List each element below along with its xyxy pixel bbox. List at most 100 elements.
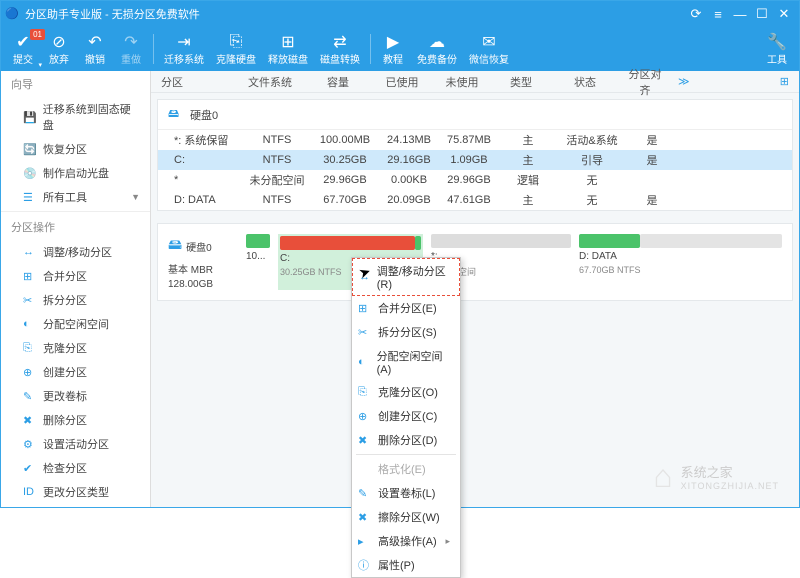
sidebar-icon: ⊕ [23,366,37,379]
sidebar-icon: 💿 [23,167,37,180]
sidebar-op-item[interactable]: ✖删除分区 [1,408,150,432]
ctx-icon: ✂ [358,326,374,339]
watermark: ⌂ 系统之家 XITONGZHIJIA.NET [653,458,779,495]
ctx-item[interactable]: ⓘ 属性(P) [352,553,460,577]
ctx-item[interactable]: ⊕ 创建分区(C) [352,404,460,428]
ctx-item[interactable]: 格式化(E) [352,457,460,481]
refresh-icon[interactable]: ⟳ [685,3,707,25]
titlebar: 🔵 分区助手专业版 - 无损分区免费软件 ⟳ ≡ — ☐ ✕ [1,1,799,27]
sidebar-icon: 💾 [23,111,37,124]
release-icon: ⊞ [281,33,294,51]
ctx-item[interactable]: ↔ 调整/移动分区(R) [352,258,460,296]
sidebar-icon: ◐ [23,318,37,330]
sidebar-op-item[interactable]: #更改序列号 [1,504,150,507]
app-logo-icon: 🔵 [5,7,19,21]
ssd-icon: ⇥ [177,33,190,51]
disk-title[interactable]: 🖴 硬盘0 [158,100,792,130]
disk-info-box[interactable]: 🖴 硬盘0 基本 MBR 128.00GB [168,234,238,290]
sidebar-icon: ✖ [23,414,37,427]
separator [153,34,154,64]
sidebar-op-item[interactable]: ⊞合并分区 [1,264,150,288]
ctx-icon: ⎘ [358,386,374,399]
ctx-item[interactable]: ▸ 高级操作(A) ▸ [352,529,460,553]
toolbar: ✔ 提交 01 ▾ ⊘放弃 ↶撤销 ↷重做 ⇥迁移系统 ⎘克隆硬盘 ⊞释放磁盘 … [1,27,799,71]
cloud-icon: ☁ [429,33,445,51]
partition-reserved[interactable]: 10... [246,234,270,290]
close-icon[interactable]: ✕ [773,3,795,25]
sidebar-wizard-item[interactable]: 💿制作启动光盘 [1,161,150,185]
wechat-icon: ✉ [482,33,495,51]
column-headers: 分区 文件系统 容量 已使用 未使用 类型 状态 分区对齐 ≫ ⊞ [151,71,799,93]
more-cols-icon[interactable]: ≫ [670,75,694,88]
ctx-icon: ▸ [358,535,374,548]
table-row[interactable]: * 未分配空间 29.96GB 0.00KB 29.96GB 逻辑 无 [158,170,792,190]
view-icon[interactable]: ⊞ [776,75,799,88]
sidebar-icon: ☰ [23,191,37,204]
sidebar-op-item[interactable]: ID更改分区类型 [1,480,150,504]
sidebar-op-item[interactable]: ↔调整/移动分区 [1,240,150,264]
sidebar-wizard-item[interactable]: 💾迁移系统到固态硬盘 [1,97,150,137]
ctx-item[interactable]: ✎ 设置卷标(L) [352,481,460,505]
ctx-icon: ✖ [358,511,374,524]
sidebar-icon: ID [23,486,37,498]
sidebar-wizard-item[interactable]: ☰所有工具▼ [1,185,150,209]
discard-button[interactable]: ⊘放弃 [41,31,77,68]
disk-visualization: 🖴 硬盘0 基本 MBR 128.00GB 10... C: 30.25GB N… [157,223,793,301]
sidebar-op-item[interactable]: ⎘克隆分区 [1,336,150,360]
redo-button[interactable]: ↷重做 [113,31,149,68]
backup-button[interactable]: ☁免费备份 [411,31,463,68]
dealloc-button[interactable]: ⊞释放磁盘 [262,31,314,68]
disk-icon: 🖴 硬盘0 [168,234,238,258]
sidebar-op-item[interactable]: ⊕创建分区 [1,360,150,384]
context-menu: ↔ 调整/移动分区(R) ⊞ 合并分区(E) ✂ 拆分分区(S) ◐ 分配空闲空… [351,257,461,578]
stop-icon: ⊘ [52,33,65,51]
sidebar-op-item[interactable]: ◐分配空闲空间 [1,312,150,336]
ctx-item[interactable]: ◐ 分配空闲空间(A) [352,344,460,380]
check-icon: ✔ [16,33,29,51]
table-row[interactable]: *: 系统保留 NTFS 100.00MB 24.13MB 75.87MB 主 … [158,130,792,150]
sidebar-icon: 🔄 [23,143,37,156]
menu-icon[interactable]: ≡ [707,3,729,25]
ctx-icon: ✖ [358,434,374,447]
undo-icon: ↶ [88,33,101,51]
table-row[interactable]: D: DATA NTFS 67.70GB 20.09GB 47.61GB 主 无… [158,190,792,210]
convert-button[interactable]: ⇄磁盘转换 [314,31,366,68]
submit-button[interactable]: ✔ 提交 01 ▾ [5,31,41,68]
sidebar-wizard-item[interactable]: 🔄恢复分区 [1,137,150,161]
migrate-button[interactable]: ⇥迁移系统 [158,31,210,68]
ctx-item[interactable]: ✂ 拆分分区(S) [352,320,460,344]
sidebar-icon: ✎ [23,390,37,403]
sidebar-icon: ↔ [23,246,37,258]
wechat-button[interactable]: ✉微信恢复 [463,31,515,68]
sidebar: 向导 💾迁移系统到固态硬盘🔄恢复分区💿制作启动光盘☰所有工具▼ 分区操作 ↔调整… [1,71,151,507]
window-title: 分区助手专业版 - 无损分区免费软件 [25,6,685,22]
tutorial-button[interactable]: ▶教程 [375,31,411,68]
minimize-icon[interactable]: — [729,3,751,25]
house-icon: ⌂ [653,458,672,495]
undo-button[interactable]: ↶撤销 [77,31,113,68]
sidebar-op-item[interactable]: ✎更改卷标 [1,384,150,408]
disk-table: 🖴 硬盘0 *: 系统保留 NTFS 100.00MB 24.13MB 75.8… [157,99,793,211]
maximize-icon[interactable]: ☐ [751,3,773,25]
ctx-item[interactable]: ✖ 擦除分区(W) [352,505,460,529]
play-icon: ▶ [387,33,399,51]
sidebar-icon: ⚙ [23,438,37,451]
clone-button[interactable]: ⎘克隆硬盘 [210,31,262,68]
redo-icon: ↷ [124,33,137,51]
ctx-item[interactable]: ⎘ 克隆分区(O) [352,380,460,404]
table-row[interactable]: C: NTFS 30.25GB 29.16GB 1.09GB 主 引导 是 [158,150,792,170]
sidebar-icon: ✔ [23,462,37,475]
ctx-item[interactable]: ✖ 删除分区(D) [352,428,460,452]
sidebar-wizard-head: 向导 [1,71,150,97]
tools-button[interactable]: 🔧工具 [759,31,795,68]
sidebar-op-item[interactable]: ✂拆分分区 [1,288,150,312]
sidebar-ops-head: 分区操作 [1,214,150,240]
convert-icon: ⇄ [333,33,346,51]
ctx-item[interactable]: ⊞ 合并分区(E) [352,296,460,320]
sidebar-op-item[interactable]: ✔检查分区 [1,456,150,480]
sidebar-op-item[interactable]: ⚙设置活动分区 [1,432,150,456]
chevron-right-icon: ▸ [445,536,450,547]
clone-icon: ⎘ [230,33,243,51]
partition-d[interactable]: D: DATA 67.70GB NTFS [579,234,782,290]
ctx-icon: ↔ [359,271,373,283]
